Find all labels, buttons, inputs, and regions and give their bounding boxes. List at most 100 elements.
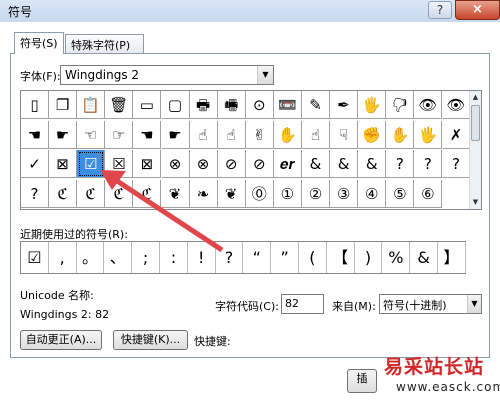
scroll-up-icon[interactable]: ▲ [470,91,481,103]
symbol-cell[interactable]: ✌ [245,120,274,149]
recent-symbol-cell[interactable]: ; [132,242,160,273]
symbol-cell[interactable]: ▯ [21,91,49,119]
symbol-cell[interactable]: ☚ [133,120,162,149]
symbol-cell[interactable]: ⑥ [414,179,443,208]
symbol-cell[interactable]: ☛ [161,120,190,149]
symbol-cell[interactable]: ☒ [105,150,134,178]
symbol-cell[interactable]: ❦ [161,179,190,208]
recent-symbol-cell[interactable]: “ [243,242,272,273]
symbol-cell[interactable]: 𝒆𝒓 [273,150,302,178]
shortcut-key-label: 快捷键: [194,335,231,348]
from-select[interactable]: 符号(十进制) ▼ [379,294,482,314]
symbol-cell[interactable]: ⊙ [245,91,274,119]
symbol-cell[interactable]: ▭ [133,91,162,119]
help-button[interactable]: ? [428,1,452,19]
symbol-cell[interactable]: ✒ [330,91,359,119]
symbol-cell[interactable]: ② [302,179,330,208]
recent-symbol-cell[interactable]: 。 [77,242,105,273]
symbol-cell[interactable]: ☝ [302,120,330,149]
symbol-cell[interactable]: ✊ [358,120,387,149]
symbol-cell[interactable]: 🖐 [358,91,387,119]
symbol-cell[interactable]: ③ [330,179,359,208]
symbol-cell[interactable]: 📼 [273,91,302,119]
symbol-cell[interactable]: ℭ [49,179,78,208]
symbol-cell[interactable]: ℭ [133,179,162,208]
symbol-cell[interactable]: ❐ [49,91,78,119]
character-code-input[interactable]: 82 [281,294,324,314]
recent-symbol-cell[interactable]: 【 [327,242,355,273]
symbol-cell[interactable]: ☜ [77,120,106,149]
close-button[interactable]: × [455,0,500,20]
symbol-cell[interactable]: ☝ [189,120,218,149]
symbol-cell[interactable]: 🖐 [414,120,443,149]
recent-symbol-cell[interactable]: ” [271,242,299,273]
recent-symbol-cell[interactable]: ☑ [21,242,49,273]
symbol-cell[interactable]: ℭ [105,179,134,208]
symbol-cell[interactable]: ? [21,179,49,208]
autocorrect-button[interactable]: 自动更正(A)... [20,330,102,350]
symbol-cell[interactable]: 📋 [77,91,106,119]
symbol-cell[interactable]: & [302,150,330,178]
symbol-cell[interactable]: ? [414,150,443,178]
symbol-cell[interactable]: ④ [358,179,387,208]
from-select-value: 符号(十进制) [383,299,447,312]
symbol-cell[interactable]: ⊘ [217,150,246,178]
symbol-cell[interactable]: 🖶 [189,91,218,119]
symbol-cell[interactable]: ⓪ [245,179,274,208]
recent-symbol-cell[interactable]: ? [216,242,244,273]
symbol-cell[interactable]: ❦ [217,179,246,208]
vertical-scrollbar[interactable]: ▲ ▼ [469,91,481,209]
recent-symbol-cell[interactable]: : [160,242,188,273]
tab-symbols[interactable]: 符号(S) [14,32,64,54]
recent-symbol-cell[interactable]: ( [299,242,327,273]
symbol-cell[interactable]: ☑ [77,150,106,178]
character-code-label: 字符代码(C): [215,300,279,313]
symbol-cell[interactable]: ① [273,179,302,208]
symbol-cell[interactable]: & [358,150,387,178]
symbol-cell[interactable]: ▢ [161,91,190,119]
scroll-thumb[interactable] [471,105,480,141]
insert-button[interactable]: 插 [347,369,377,393]
recent-symbol-cell[interactable]: , [49,242,77,273]
recent-symbol-cell[interactable]: & [410,242,438,273]
symbol-cell[interactable]: ? [442,150,471,178]
symbol-cell[interactable]: 🖷 [217,91,246,119]
symbol-cell[interactable]: 👁 [414,91,443,119]
symbol-cell[interactable]: ⑤ [386,179,415,208]
symbol-cell[interactable]: ⊘ [245,150,274,178]
symbol-cell[interactable]: ☝ [217,120,246,149]
recent-symbol-cell[interactable]: % [382,242,411,273]
symbol-cell[interactable]: ☟ [330,120,359,149]
symbol-cell[interactable]: 🖓 [386,91,415,119]
recent-symbol-cell[interactable]: 、 [104,242,133,273]
symbol-cell[interactable]: ? [386,150,415,178]
recent-symbol-cell[interactable]: ) [355,242,383,273]
symbol-cell[interactable]: ⊠ [133,150,162,178]
scroll-down-icon[interactable]: ▼ [470,196,481,208]
recent-symbol-cell[interactable]: 】 [438,242,466,273]
symbol-cell[interactable]: ✓ [21,150,49,178]
symbol-cell[interactable]: ☛ [49,120,78,149]
symbol-cell[interactable]: & [330,150,359,178]
symbol-cell[interactable]: ⊗ [161,150,190,178]
chevron-down-icon[interactable]: ▼ [257,66,273,84]
symbol-cell[interactable]: ⊗ [189,150,218,178]
symbol-cell[interactable]: ⊠ [49,150,78,178]
symbol-cell[interactable]: ☚ [21,120,49,149]
font-select-value: Wingdings 2 [65,68,140,82]
symbol-cell[interactable]: ℭ [77,179,106,208]
symbol-dialog: 符号 ? × 符号(S) 特殊字符(P) 字体(F): Wingdings 2 … [0,0,500,403]
font-select[interactable]: Wingdings 2 ▼ [60,65,274,85]
symbol-cell[interactable]: 👁 [442,91,471,119]
recent-symbol-cell[interactable]: ! [188,242,216,273]
shortcut-key-button[interactable]: 快捷键(K)... [113,330,188,350]
symbol-cell[interactable]: ✋ [386,120,415,149]
symbol-cell[interactable]: ☞ [105,120,134,149]
symbol-cell[interactable]: ✗ [442,120,471,149]
symbol-cell[interactable]: ✎ [302,91,330,119]
symbol-cell[interactable]: ❧ [189,179,218,208]
symbol-cell[interactable]: ✋ [273,120,302,149]
tab-special-characters[interactable]: 特殊字符(P) [65,34,144,53]
symbol-cell[interactable]: 🗑 [105,91,134,119]
chevron-down-icon[interactable]: ▼ [467,295,481,313]
